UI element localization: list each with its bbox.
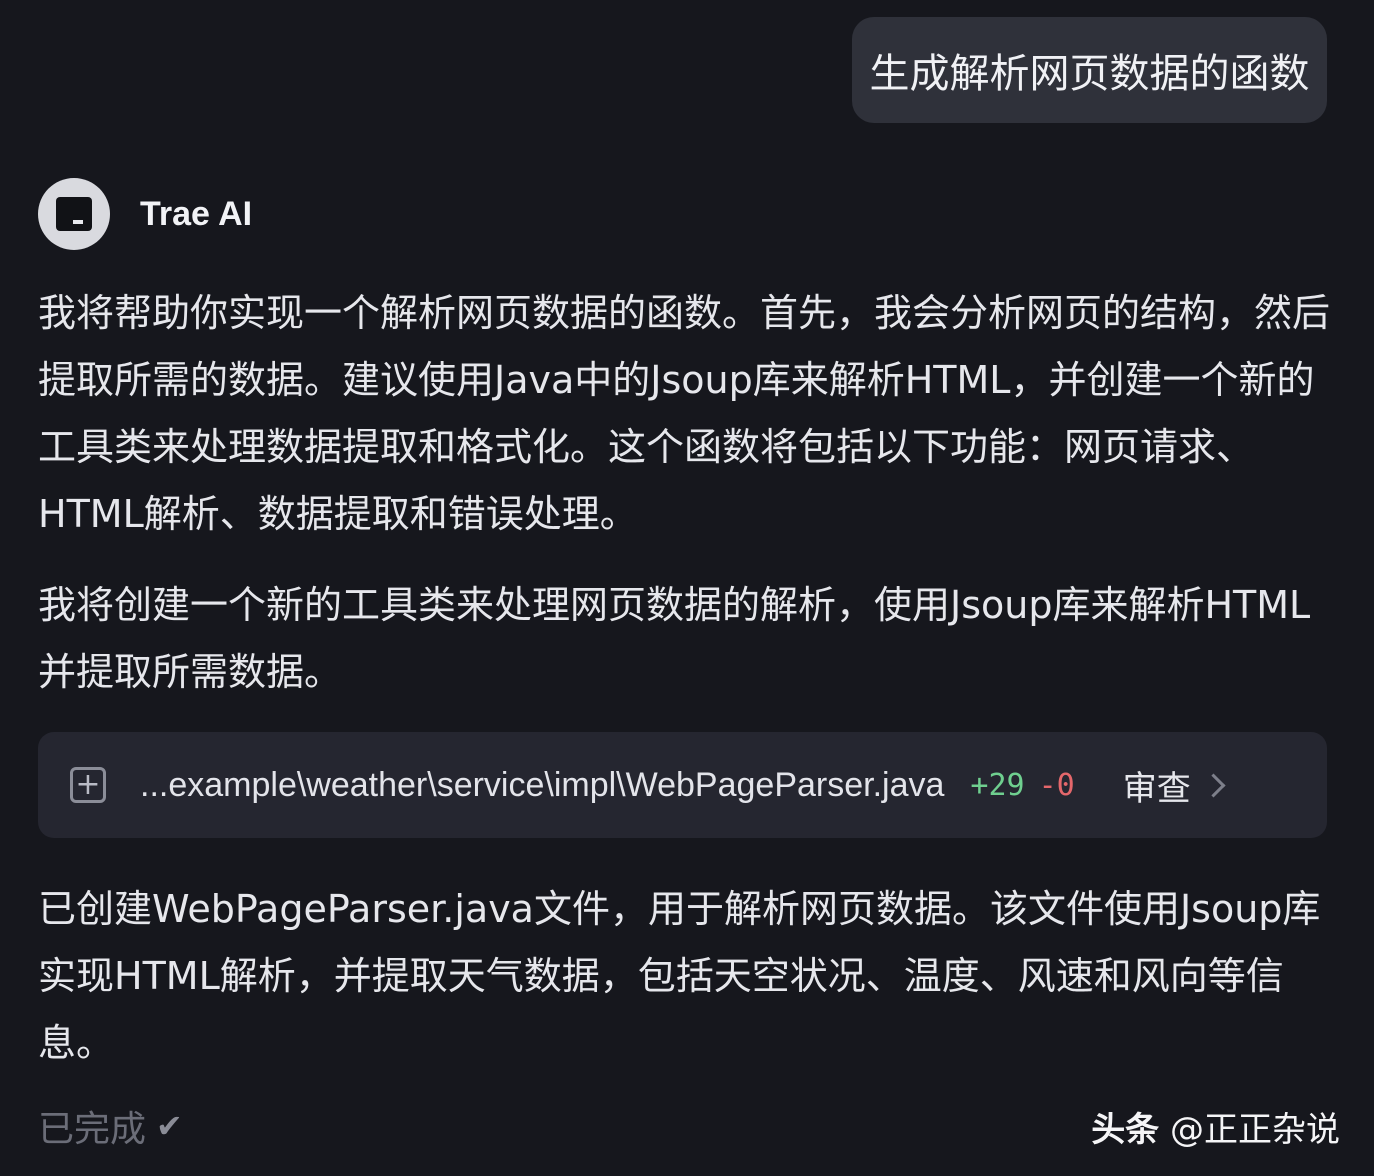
- status-label: 已完成: [38, 1109, 147, 1150]
- watermark-handle: @正正杂说: [1170, 1110, 1340, 1150]
- file-path[interactable]: ...example\weather\service\impl\WebPageP…: [140, 766, 944, 805]
- assistant-paragraph-2: 我将创建一个新的工具类来处理网页数据的解析，使用Jsoup库来解析HTML并提取…: [38, 583, 1311, 694]
- watermark-brand: 头条: [1091, 1110, 1160, 1150]
- diff-additions: +29: [970, 767, 1025, 803]
- file-change-card[interactable]: + ...example\weather\service\impl\WebPag…: [38, 732, 1327, 838]
- status-indicator: 已完成 ✔: [38, 1100, 183, 1152]
- user-message-bubble: 生成解析网页数据的函数: [852, 17, 1327, 123]
- review-button[interactable]: 审查: [1122, 761, 1226, 810]
- assistant-paragraph-1: 我将帮助你实现一个解析网页数据的函数。首先，我会分析网页的结构，然后提取所需的数…: [38, 291, 1331, 536]
- assistant-paragraph-3: 已创建WebPageParser.java文件，用于解析网页数据。该文件使用Js…: [38, 887, 1321, 1065]
- trae-logo-icon: [56, 197, 92, 231]
- assistant-header: Trae AI: [38, 178, 252, 250]
- watermark: 头条 @正正杂说: [1091, 1102, 1340, 1151]
- diff-deletions: -0: [1038, 767, 1075, 803]
- plus-square-icon: +: [70, 767, 106, 803]
- user-message-text: 生成解析网页数据的函数: [869, 51, 1310, 97]
- assistant-name: Trae AI: [140, 194, 253, 233]
- review-label: 审查: [1122, 768, 1191, 809]
- chevron-right-icon: [1201, 772, 1226, 798]
- check-icon: ✔: [156, 1107, 183, 1145]
- avatar: [38, 178, 110, 250]
